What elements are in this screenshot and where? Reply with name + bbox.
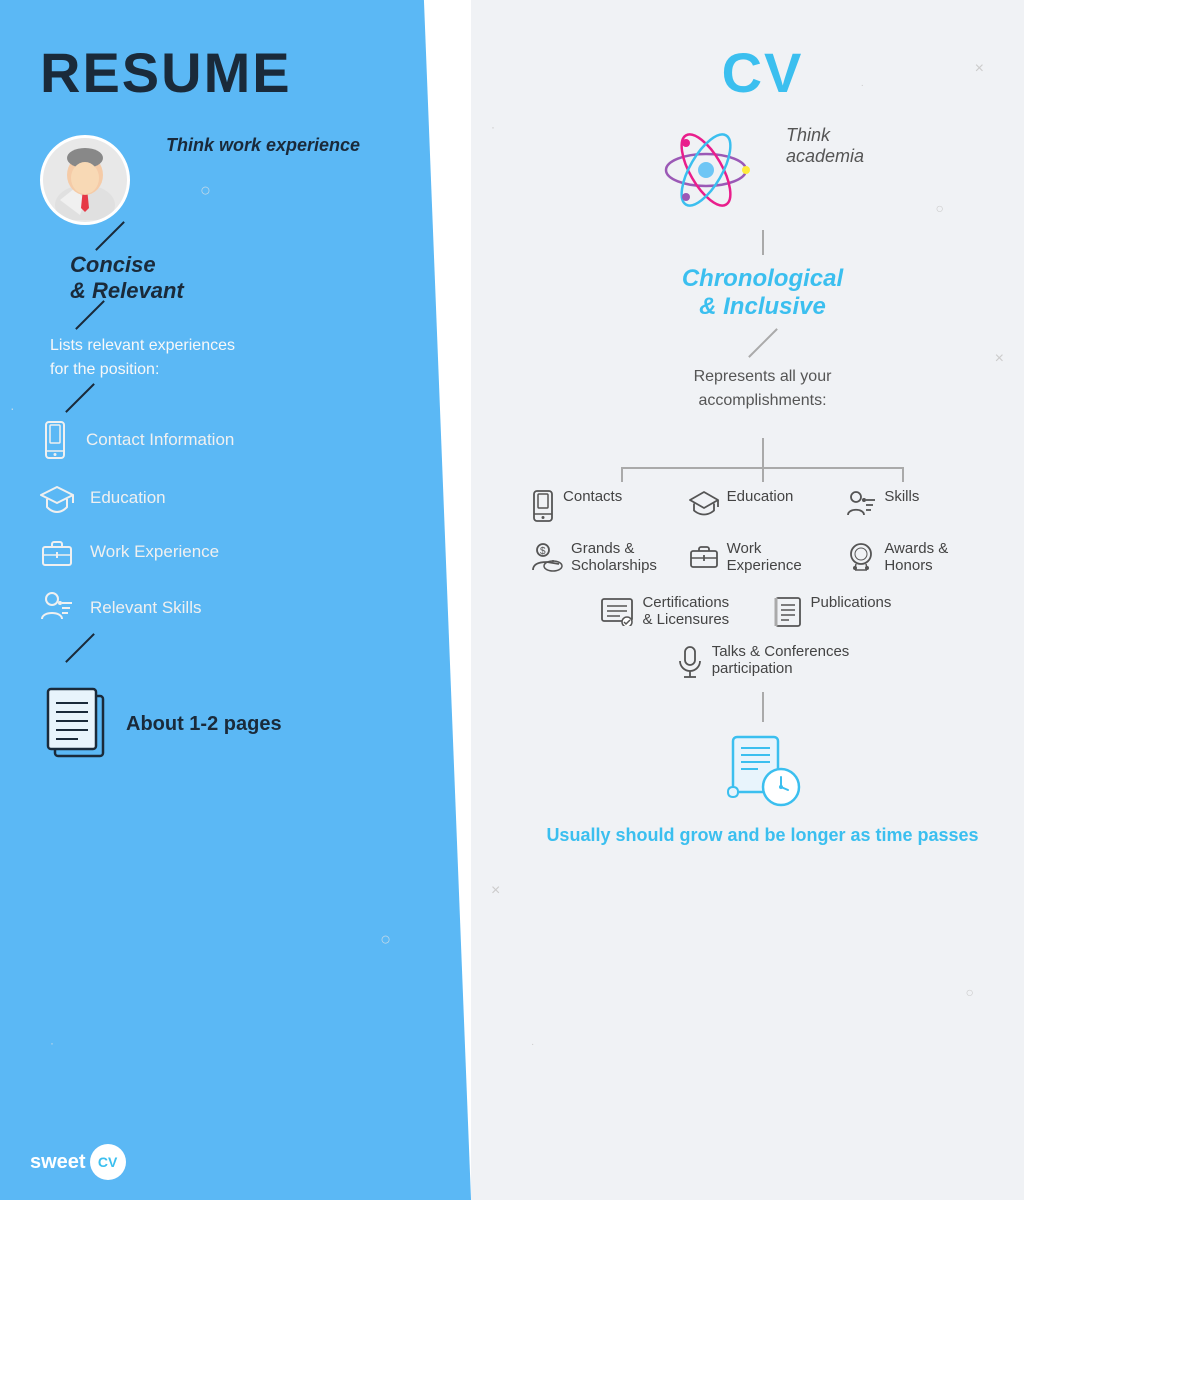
cv-item-education: Education	[689, 488, 837, 522]
cv-title: CV	[722, 40, 804, 105]
cv-grid-row3: Certifications& Licensures Publications	[600, 594, 924, 628]
cv-item-contacts: Contacts	[531, 488, 679, 522]
branding: sweet CV	[30, 1144, 126, 1180]
cv-header: Thinkacademia	[661, 125, 864, 225]
resume-item-contact: Contact Information	[40, 421, 234, 459]
skills-label: Relevant Skills	[90, 598, 202, 618]
resume-tagline: Think work experience	[166, 135, 360, 156]
cv-bottom-text: Usually should grow and be longer as tim…	[546, 822, 978, 849]
cv-item-talks: Talks & Conferencesparticipation	[676, 643, 850, 679]
publications-label: Publications	[811, 594, 892, 611]
resume-item-workexp: Work Experience	[40, 537, 219, 567]
right-panel: × · ○ × · × ○ · CV Thinkacademia Chronol…	[471, 0, 1024, 1200]
workexp-cv-label: WorkExperience	[727, 540, 802, 574]
brand-sweet: sweet	[30, 1151, 86, 1174]
cv-item-publications: Publications	[773, 594, 925, 628]
resume-item-education: Education	[40, 483, 166, 513]
grands-label: Grands &Scholarships	[571, 540, 657, 574]
connector-v1	[762, 230, 764, 255]
skills-cv-label: Skills	[884, 488, 919, 505]
avatar	[40, 135, 130, 225]
cv-grid-row1: Contacts Education Skills	[531, 488, 994, 574]
pages-text: About 1-2 pages	[126, 713, 282, 736]
pages-section: About 1-2 pages	[40, 684, 282, 764]
cv-item-workexp: WorkExperience	[689, 540, 837, 574]
cv-item-cert: Certifications& Licensures	[600, 594, 752, 628]
contact-label: Contact Information	[86, 430, 234, 450]
resume-subdesc: Lists relevant experiencesfor the positi…	[50, 334, 235, 382]
left-panel: ○ · ○ · RESUME Think w	[0, 0, 471, 1200]
talks-label: Talks & Conferencesparticipation	[712, 643, 850, 677]
contacts-label: Contacts	[563, 488, 622, 505]
atom-icon	[661, 125, 751, 215]
brand-cv: CV	[90, 1144, 126, 1180]
cv-highlight: Chronological& Inclusive	[682, 265, 843, 321]
cv-item-grands: $ Grands &Scholarships	[531, 540, 679, 574]
resume-header: Think work experience	[40, 135, 360, 235]
cv-tagline: Thinkacademia	[786, 125, 864, 167]
cert-label: Certifications& Licensures	[642, 594, 729, 628]
connector-v2	[762, 692, 764, 722]
scroll-clock-icon	[723, 732, 803, 812]
svg-text:$: $	[540, 546, 546, 557]
education-label: Education	[90, 488, 166, 508]
resume-item-skills: Relevant Skills	[40, 591, 202, 625]
resume-title: RESUME	[40, 40, 292, 105]
resume-highlight: Concise& Relevant	[70, 252, 184, 304]
cv-bottom-section: Usually should grow and be longer as tim…	[546, 732, 978, 849]
cv-item-skills: Skills	[846, 488, 994, 522]
tree-branches	[554, 438, 971, 468]
education-cv-label: Education	[727, 488, 794, 505]
workexp-label: Work Experience	[90, 542, 219, 562]
cv-subdesc: Represents all youraccomplishments:	[694, 365, 832, 413]
awards-label: Awards &Honors	[884, 540, 948, 574]
cv-item-awards: Awards &Honors	[846, 540, 994, 574]
